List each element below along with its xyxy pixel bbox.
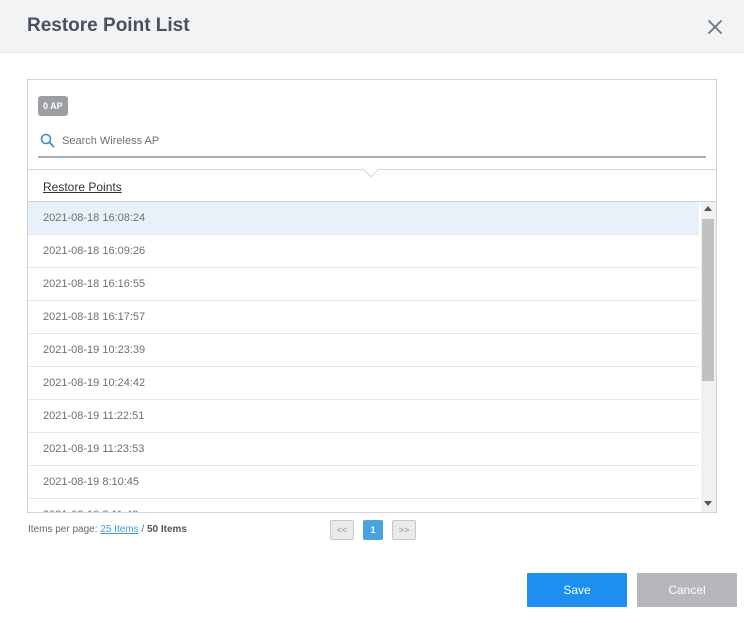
dialog-header: Restore Point List [0,0,744,53]
list-item[interactable]: 2021-08-18 16:17:57 [28,301,699,334]
restore-points-column-header[interactable]: Restore Points [43,180,122,194]
items-per-page: Items per page: 25 Items / 50 Items [28,524,187,535]
list-item[interactable]: 2021-08-19 11:23:53 [28,433,699,466]
close-icon[interactable] [706,18,724,36]
list-item[interactable]: 2021-08-18 16:08:24 [28,202,699,235]
list-item[interactable]: 2021-08-19 10:23:39 [28,334,699,367]
cancel-button[interactable]: Cancel [637,573,737,607]
items-separator: / [141,524,145,535]
list-item[interactable]: 2021-08-18 16:09:26 [28,235,699,268]
items-per-page-selector[interactable]: 25 Items [100,524,138,535]
dialog-title: Restore Point List [27,15,190,36]
restore-point-list: 2021-08-18 16:08:24 2021-08-18 16:09:26 … [28,202,699,512]
restore-point-panel: 0 AP Restore Points 2021-08-18 16:08:24 … [27,79,717,513]
scroll-up-icon[interactable] [704,206,712,211]
total-items: 50 Items [146,524,187,535]
list-item[interactable]: 2021-08-19 8:11:48 [28,499,699,512]
page-1-button[interactable]: 1 [363,520,383,540]
list-item[interactable]: 2021-08-19 8:10:45 [28,466,699,499]
divider-notch [362,160,380,178]
search-box [38,130,706,158]
search-icon [40,133,55,148]
next-page-button[interactable]: >> [392,520,416,540]
search-input[interactable] [62,130,702,152]
prev-page-button[interactable]: << [330,520,354,540]
scroll-down-icon[interactable] [704,501,712,506]
list-item[interactable]: 2021-08-18 16:16:55 [28,268,699,301]
scroll-thumb[interactable] [702,219,714,381]
list-item[interactable]: 2021-08-19 11:22:51 [28,400,699,433]
restore-point-dialog: Restore Point List 0 AP Restore Points 2… [0,0,744,623]
ap-count-badge: 0 AP [38,96,68,116]
save-button[interactable]: Save [527,573,627,607]
items-per-page-label: Items per page: [28,524,98,535]
list-scrollbar[interactable] [701,202,716,512]
list-item[interactable]: 2021-08-19 10:24:42 [28,367,699,400]
